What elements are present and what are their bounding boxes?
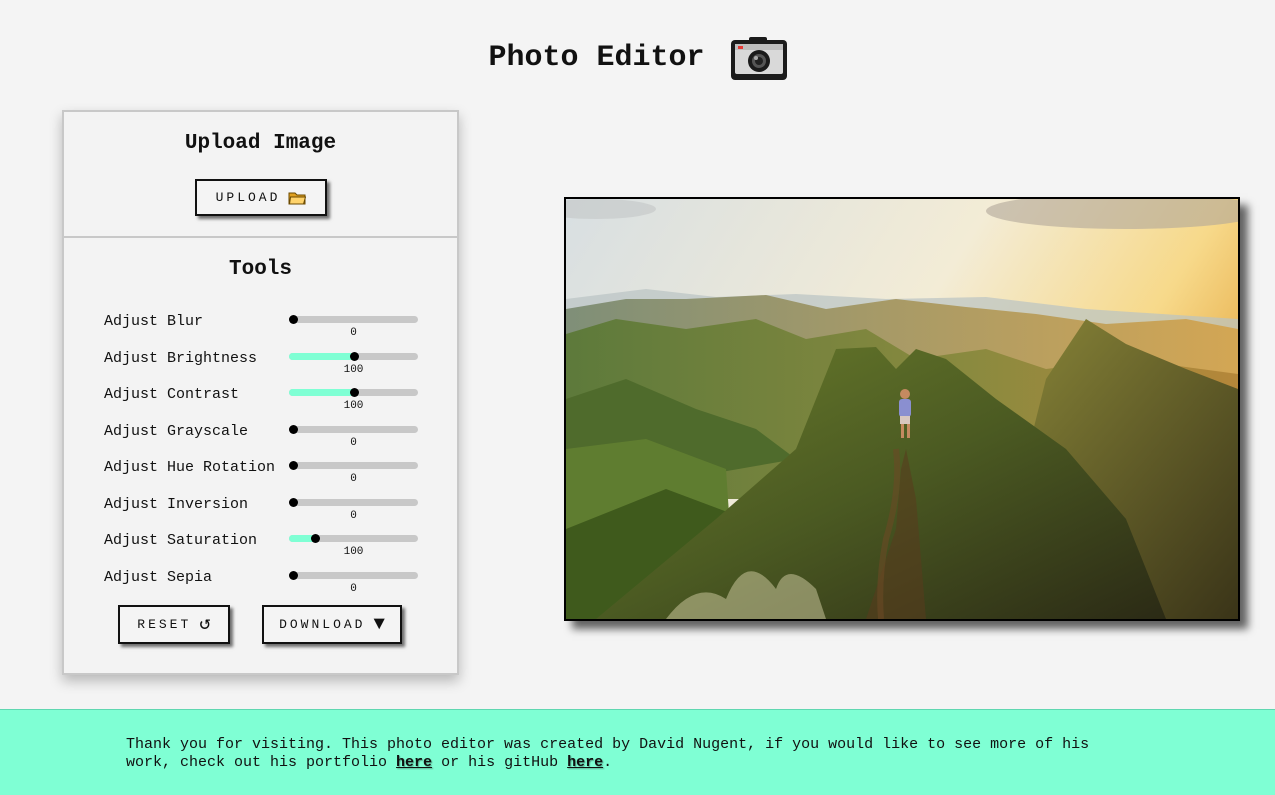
upload-section: Upload Image UPLOAD <box>64 112 457 238</box>
slider-thumb[interactable] <box>289 424 298 434</box>
slider-track[interactable] <box>289 534 418 543</box>
upload-button[interactable]: UPLOAD <box>195 179 327 216</box>
footer-text-after: . <box>603 754 613 771</box>
slider-fill <box>289 352 354 360</box>
slider-value: 100 <box>343 363 364 376</box>
portfolio-link[interactable]: here <box>396 754 432 771</box>
slider-row: Adjust Sepia 0 <box>104 568 424 604</box>
slider-track[interactable] <box>289 388 418 397</box>
camera-icon <box>730 37 787 80</box>
tools-section: Tools Adjust Blur 0 Adjust Brightness 100 Ad… <box>64 238 457 675</box>
footer-text: Thank you for visiting. This photo edito… <box>126 736 1136 772</box>
slider-label: Adjust Inversion <box>104 495 249 513</box>
slider-thumb[interactable] <box>289 315 298 324</box>
tools-title: Tools <box>228 258 292 281</box>
download-icon: ▼ <box>373 613 385 635</box>
reset-button[interactable]: RESET ↺ <box>118 605 230 644</box>
slider-label: Adjust Hue Rotation <box>104 459 276 476</box>
slider-label: Adjust Saturation <box>104 532 258 549</box>
slider-label: Adjust Sepia <box>104 568 213 586</box>
footer-text-middle: or his gitHub <box>432 754 568 771</box>
download-button-label: DOWNLOAD <box>279 617 366 632</box>
reset-icon: ↺ <box>199 613 211 635</box>
slider-track[interactable] <box>289 570 418 580</box>
slider-thumb[interactable] <box>349 351 359 361</box>
slider-value: 100 <box>343 546 364 558</box>
upload-title: Upload Image <box>184 132 337 155</box>
editor-panel: Upload Image UPLOAD Tools Adjust Blur 0 Ad… <box>62 110 459 675</box>
slider-thumb[interactable] <box>310 534 320 543</box>
slider-thumb[interactable] <box>289 461 298 470</box>
page-title: Photo Editor <box>488 41 705 75</box>
slider-label: Adjust Grayscale <box>104 422 249 440</box>
slider-fill <box>289 389 354 396</box>
slider-label: Adjust Blur <box>104 313 204 330</box>
slider-value: 0 <box>350 509 357 522</box>
slider-value: 0 <box>350 327 357 339</box>
slider-value: 0 <box>350 436 357 449</box>
slider-value: 0 <box>350 473 357 485</box>
slider-value: 0 <box>350 582 357 595</box>
slider-value: 100 <box>343 400 364 412</box>
slider-row: Adjust Saturation 100 <box>104 531 424 567</box>
slider-row: Adjust Inversion 0 <box>104 495 424 531</box>
folder-icon <box>288 192 307 204</box>
slider-row: Adjust Contrast 100 <box>104 385 424 421</box>
mountain-photo <box>566 199 1238 619</box>
photo-preview <box>564 197 1240 621</box>
upload-button-label: UPLOAD <box>215 190 281 205</box>
slider-row: Adjust Blur 0 <box>104 312 424 348</box>
slider-track[interactable] <box>289 461 418 470</box>
slider-track[interactable] <box>289 351 418 361</box>
github-link[interactable]: here <box>567 754 603 771</box>
slider-thumb[interactable] <box>289 570 298 580</box>
reset-button-label: RESET <box>137 617 192 632</box>
slider-label: Adjust Brightness <box>104 349 258 367</box>
slider-row: Adjust Grayscale 0 <box>104 422 424 458</box>
slider-label: Adjust Contrast <box>104 386 240 403</box>
slider-track[interactable] <box>289 424 418 434</box>
slider-row: Adjust Brightness 100 <box>104 349 424 385</box>
footer: Thank you for visiting. This photo edito… <box>0 709 1275 795</box>
slider-row: Adjust Hue Rotation 0 <box>104 458 424 494</box>
download-button[interactable]: DOWNLOAD ▼ <box>262 605 402 644</box>
slider-thumb[interactable] <box>289 497 298 507</box>
slider-thumb[interactable] <box>349 388 359 397</box>
slider-track[interactable] <box>289 315 418 324</box>
slider-track[interactable] <box>289 497 418 507</box>
page-header: Photo Editor <box>0 28 1275 88</box>
